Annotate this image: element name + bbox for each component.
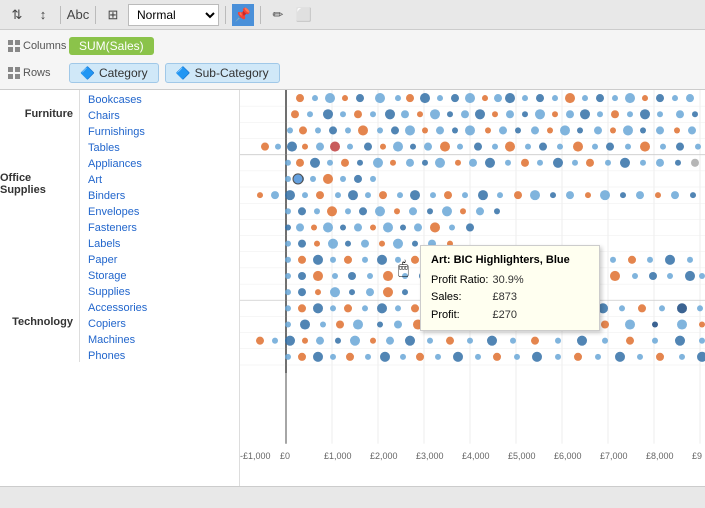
columns-icon <box>8 40 20 52</box>
bookcases-item[interactable]: Bookcases <box>80 90 239 106</box>
toolbar-separator-3 <box>225 6 226 24</box>
chairs-item[interactable]: Chairs <box>80 106 239 122</box>
chart-area: -£1,000 £0 £1,000 £2,000 £3,000 £4,000 £… <box>240 90 705 486</box>
copiers-item[interactable]: Copiers <box>80 314 239 330</box>
profit-ratio-label: Profit Ratio: <box>431 272 492 290</box>
binders-item[interactable]: Binders <box>80 186 239 202</box>
furniture-label: Furniture <box>0 90 80 154</box>
technology-label: Technology <box>0 298 80 362</box>
sort-desc-button[interactable]: ↕ <box>32 4 54 26</box>
svg-text:£6,000: £6,000 <box>554 451 581 461</box>
svg-text:£2,000: £2,000 <box>370 451 397 461</box>
chart-type-button[interactable]: ⊞ <box>102 4 124 26</box>
technology-group: Technology Accessories Copiers Machines … <box>0 298 239 362</box>
profit-label: Profit: <box>431 307 492 325</box>
envelopes-item[interactable]: Envelopes <box>80 202 239 218</box>
shelves-area: Columns SUM(Sales) Rows 🔷 Category 🔷 Sub… <box>0 30 705 90</box>
svg-text:£0: £0 <box>280 451 290 461</box>
rows-icon <box>8 67 20 79</box>
labels-item[interactable]: Labels <box>80 234 239 250</box>
pin-button[interactable]: 📌 <box>232 4 254 26</box>
fasteners-item[interactable]: Fasteners <box>80 218 239 234</box>
svg-text:£5,000: £5,000 <box>508 451 535 461</box>
profit-value: £270 <box>492 307 527 325</box>
columns-label: Columns <box>8 40 63 52</box>
supplies-item[interactable]: Supplies <box>80 282 239 298</box>
appliances-item[interactable]: Appliances <box>80 154 239 170</box>
toolbar-separator-1 <box>60 6 61 24</box>
storage-item[interactable]: Storage <box>80 266 239 282</box>
machines-item[interactable]: Machines <box>80 330 239 346</box>
tables-item[interactable]: Tables <box>80 138 239 154</box>
office-supplies-group: Office Supplies Appliances Art Binders E… <box>0 154 239 298</box>
sales-label: Sales: <box>431 289 492 307</box>
category-pill[interactable]: 🔷 Category <box>69 63 159 83</box>
tooltip-title: Art: BIC Highlighters, Blue <box>431 252 589 270</box>
tooltip-profit-ratio-row: Profit Ratio: 30.9% <box>431 272 528 290</box>
furnishings-item[interactable]: Furnishings <box>80 122 239 138</box>
data-tooltip: Art: BIC Highlighters, Blue Profit Ratio… <box>420 245 600 331</box>
furniture-group: Furniture Bookcases Chairs Furnishings T… <box>0 90 239 154</box>
sales-value: £873 <box>492 289 527 307</box>
svg-text:£3,000: £3,000 <box>416 451 443 461</box>
technology-subs: Accessories Copiers Machines Phones <box>80 298 239 362</box>
rows-label: Rows <box>8 67 63 79</box>
subcategory-pill[interactable]: 🔷 Sub-Category <box>165 63 280 83</box>
tooltip-profit-row: Profit: £270 <box>431 307 528 325</box>
svg-text:£1,000: £1,000 <box>324 451 351 461</box>
accessories-item[interactable]: Accessories <box>80 298 239 314</box>
tooltip-table: Profit Ratio: 30.9% Sales: £873 Profit: … <box>431 272 528 325</box>
columns-shelf: Columns SUM(Sales) <box>8 34 697 58</box>
tooltip-sales-row: Sales: £873 <box>431 289 528 307</box>
svg-text:-£1,000: -£1,000 <box>240 451 270 461</box>
rows-shelf: Rows 🔷 Category 🔷 Sub-Category <box>8 61 697 85</box>
furniture-subs: Bookcases Chairs Furnishings Tables <box>80 90 239 154</box>
toolbar-separator-4 <box>260 6 261 24</box>
toolbar-separator-2 <box>95 6 96 24</box>
svg-text:£4,000: £4,000 <box>462 451 489 461</box>
art-item[interactable]: Art <box>80 170 239 186</box>
svg-text:£9: £9 <box>692 451 702 461</box>
dots-canvas: -£1,000 £0 £1,000 £2,000 £3,000 £4,000 £… <box>240 90 705 464</box>
main-content: Furniture Bookcases Chairs Furnishings T… <box>0 90 705 486</box>
svg-text:£7,000: £7,000 <box>600 451 627 461</box>
svg-text:£8,000: £8,000 <box>646 451 673 461</box>
office-supplies-label: Office Supplies <box>0 154 80 298</box>
category-panel: Furniture Bookcases Chairs Furnishings T… <box>0 90 240 486</box>
office-supplies-subs: Appliances Art Binders Envelopes Fastene… <box>80 154 239 298</box>
phones-item[interactable]: Phones <box>80 346 239 362</box>
comment-button[interactable]: ⬜ <box>293 4 315 26</box>
abc-button[interactable]: Abc <box>67 4 89 26</box>
profit-ratio-value: 30.9% <box>492 272 527 290</box>
status-bar <box>0 486 705 508</box>
toolbar: ⇅ ↕ Abc ⊞ Normal Standard Entire View Fi… <box>0 0 705 30</box>
sort-asc-button[interactable]: ⇅ <box>6 4 28 26</box>
pencil-button[interactable]: ✏ <box>267 4 289 26</box>
view-mode-select[interactable]: Normal Standard Entire View Fixed <box>128 4 219 26</box>
sum-sales-pill[interactable]: SUM(Sales) <box>69 37 154 55</box>
paper-item[interactable]: Paper <box>80 250 239 266</box>
